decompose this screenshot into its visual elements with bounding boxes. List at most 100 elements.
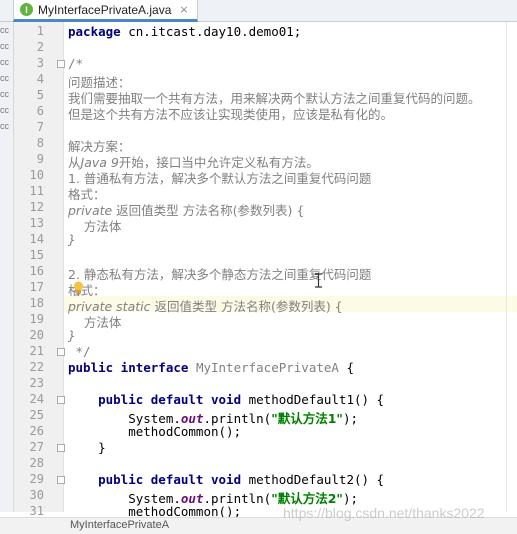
code-line: methodCommon(); <box>68 424 517 440</box>
line-number: 7 <box>36 120 44 134</box>
code-line: private 返回值类型 方法名称(参数列表) { <box>68 200 517 218</box>
code-text: ); <box>342 411 358 426</box>
code-line: 2. 静态私有方法，解决多个静态方法之间重复代码问题 <box>68 264 517 282</box>
code-line: } <box>68 328 517 344</box>
code-text: { <box>338 360 354 375</box>
code-line: 问题描述： <box>68 72 517 90</box>
project-panel-strip: cc cc cc cc cc cc cc <box>0 22 14 512</box>
code-line: 方法体 <box>68 312 517 330</box>
close-tab-icon[interactable]: × <box>179 3 188 16</box>
line-number: 14 <box>29 232 44 246</box>
interface-file-icon: I <box>20 3 33 16</box>
line-number: 4 <box>36 72 44 86</box>
code-text: } <box>68 440 106 455</box>
code-line: private static 返回值类型 方法名称(参数列表) { <box>68 296 517 314</box>
comment-text: 方法体 <box>68 219 122 234</box>
project-item[interactable]: cc <box>0 102 13 118</box>
code-editor[interactable]: package cn.itcast.day10.demo01; /* 问题描述：… <box>68 24 517 520</box>
code-line: public default void methodDefault2() { <box>68 472 517 488</box>
line-number: 1 <box>36 24 44 38</box>
lightbulb-icon[interactable] <box>73 281 84 295</box>
line-number: 29 <box>29 472 44 486</box>
comment-text: 1. 普通私有方法，解决多个默认方法之间重复代码问题 <box>68 171 372 186</box>
line-number: 17 <box>29 280 44 294</box>
file-tab-label: MyInterfacePrivateA.java <box>38 2 172 17</box>
project-item[interactable]: cc <box>0 118 13 134</box>
project-item[interactable]: cc <box>0 86 13 102</box>
project-item[interactable]: cc <box>0 38 13 54</box>
keyword: package <box>68 24 121 39</box>
line-number: 30 <box>29 488 44 502</box>
line-number: 13 <box>29 216 44 230</box>
project-item[interactable]: cc <box>0 54 13 70</box>
text-cursor-icon <box>315 273 322 288</box>
code-text: methodCommon(); <box>68 424 242 439</box>
keyword: public interface <box>68 360 189 375</box>
code-line: } <box>68 440 517 456</box>
code-line: 但是这个共有方法不应该让实现类使用，应该是私有化的。 <box>68 104 517 122</box>
method-signature: methodDefault2() { <box>241 472 385 487</box>
string-literal: "默认方法1" <box>271 411 343 426</box>
code-line: 格式： <box>68 184 517 202</box>
comment-text: 返回值类型 方法名称(参数列表) { <box>112 203 305 218</box>
code-line: 解决方案： <box>68 136 517 154</box>
line-number: 21 <box>29 344 44 358</box>
line-number: 24 <box>29 392 44 406</box>
code-line: } <box>68 232 517 248</box>
comment-text: } <box>68 328 76 343</box>
code-line: 方法体 <box>68 216 517 234</box>
code-line: 1. 普通私有方法，解决多个默认方法之间重复代码问题 <box>68 168 517 186</box>
project-item[interactable]: cc <box>0 70 13 86</box>
comment-text: } <box>68 232 76 247</box>
line-number: 27 <box>29 440 44 454</box>
code-line: public interface MyInterfacePrivateA { <box>68 360 517 376</box>
line-number: 26 <box>29 424 44 438</box>
line-number: 2 <box>36 40 44 54</box>
line-number: 12 <box>29 200 44 214</box>
fold-marker-icon[interactable] <box>57 60 65 68</box>
line-number: 6 <box>36 104 44 118</box>
comment-text: 返回值类型 方法名称(参数列表) { <box>150 299 343 314</box>
fold-marker-icon[interactable] <box>57 476 65 484</box>
code-line: package cn.itcast.day10.demo01; <box>68 24 517 40</box>
code-line: 我们需要抽取一个共有方法，用来解决两个默认方法之间重复代码的问题。 <box>68 88 517 106</box>
comment-text: /* <box>68 56 84 71</box>
code-text: ); <box>342 491 358 506</box>
line-number: 16 <box>29 264 44 278</box>
line-number: 25 <box>29 408 44 422</box>
line-number: 9 <box>36 152 44 166</box>
line-number: 3 <box>36 56 44 70</box>
comment-text: 方法体 <box>68 315 122 330</box>
comment-text: */ <box>68 344 91 359</box>
line-number: 23 <box>29 376 44 390</box>
line-number: 22 <box>29 360 44 374</box>
package-name: cn.itcast.day10.demo01; <box>120 24 302 39</box>
fold-marker-icon[interactable] <box>57 348 65 356</box>
breadcrumb-item[interactable]: MyInterfacePrivateA <box>70 519 169 531</box>
line-number: 5 <box>36 88 44 102</box>
comment-text: 2. 静态私有方法，解决多个静态方法之间重复代码问题 <box>68 267 372 282</box>
string-literal: "默认方法2" <box>271 491 343 506</box>
project-item[interactable]: cc <box>0 22 13 38</box>
fold-marker-icon[interactable] <box>57 396 65 404</box>
code-line: /* <box>68 56 517 72</box>
code-line: 格式： <box>68 280 517 298</box>
file-tab[interactable]: I MyInterfacePrivateA.java × <box>13 0 198 22</box>
keyword: public default void <box>68 472 242 487</box>
line-number: 20 <box>29 328 44 342</box>
keyword: public default void <box>68 392 242 407</box>
interface-name: MyInterfacePrivateA <box>188 360 339 375</box>
line-number: 15 <box>29 248 44 262</box>
line-number: 8 <box>36 136 44 150</box>
comment-text: 但是这个共有方法不应该让实现类使用，应该是私有化的。 <box>68 107 394 122</box>
code-line: System.out.println("默认方法2"); <box>68 488 517 506</box>
line-numbers: 1 2 3 4 5 6 7 8 9 10 11 12 13 14 15 16 1… <box>14 24 44 520</box>
method-signature: methodDefault1() { <box>241 392 385 407</box>
code-line: public default void methodDefault1() { <box>68 392 517 408</box>
code-line: System.out.println("默认方法1"); <box>68 408 517 426</box>
fold-marker-icon[interactable] <box>57 444 65 452</box>
